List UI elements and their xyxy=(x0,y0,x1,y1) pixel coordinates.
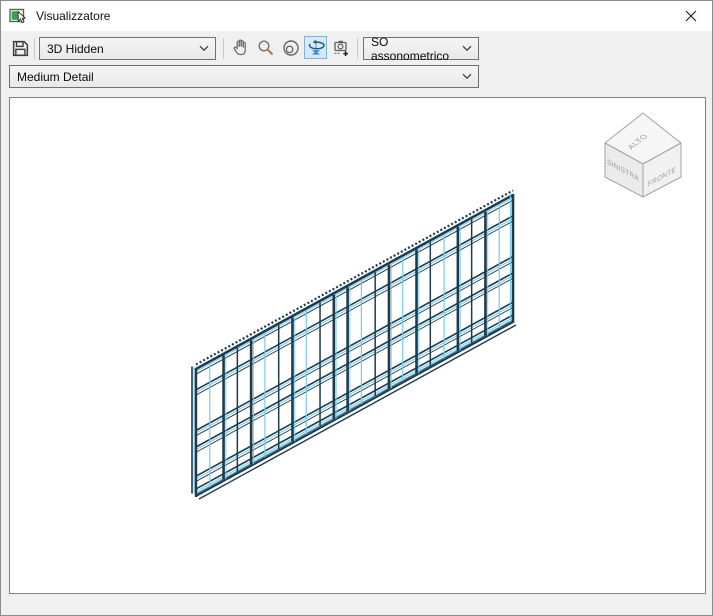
model-edge xyxy=(195,272,514,448)
model-edge xyxy=(195,277,514,453)
title-bar: Visualizzatore xyxy=(1,1,712,31)
model-viewport[interactable]: ALTO SINISTRA FRONTE xyxy=(9,97,706,594)
close-icon xyxy=(685,10,697,22)
pan-hand-icon xyxy=(233,39,246,56)
toolbar-separator xyxy=(357,38,358,59)
view-direction-value: SO assonometrico xyxy=(371,34,450,63)
chevron-down-icon xyxy=(462,73,472,80)
model-edge xyxy=(195,307,514,482)
orbit-icon xyxy=(282,39,299,56)
window-title: Visualizzatore xyxy=(36,9,111,23)
model-edge xyxy=(195,304,514,480)
model-edge xyxy=(195,189,514,366)
save-icon xyxy=(12,40,29,57)
visual-style-value: 3D Hidden xyxy=(47,41,104,56)
view-direction-combo[interactable]: SO assonometrico xyxy=(363,34,479,63)
detail-level-combo[interactable]: Medium Detail xyxy=(9,65,479,88)
camera-add-icon xyxy=(333,40,348,56)
orbit-button[interactable] xyxy=(279,36,302,59)
close-button[interactable] xyxy=(670,1,712,31)
model-edge xyxy=(195,301,514,477)
toolbar-separator xyxy=(223,38,224,59)
model-edge xyxy=(195,275,514,451)
chevron-down-icon xyxy=(462,45,472,52)
swivel-button[interactable] xyxy=(304,36,327,59)
model-edge xyxy=(195,314,514,490)
model-edge xyxy=(195,220,514,396)
visual-style-combo[interactable]: 3D Hidden xyxy=(39,37,216,60)
detail-level-value: Medium Detail xyxy=(17,69,94,84)
camera-button[interactable] xyxy=(329,36,352,59)
model-edge xyxy=(195,215,514,391)
viewer-app-icon xyxy=(9,8,27,23)
model-edge xyxy=(195,218,514,393)
save-image-button[interactable] xyxy=(9,37,32,60)
zoom-magnifier-icon xyxy=(258,40,273,55)
pan-button[interactable] xyxy=(229,36,252,59)
visualizzatore-dialog: Visualizzatore 3D Hidden SO assonometric… xyxy=(0,0,713,616)
zoom-button[interactable] xyxy=(254,36,277,59)
chevron-down-icon xyxy=(199,45,209,52)
viewport-canvas[interactable]: ALTOSINISTRA FRONTE xyxy=(10,98,705,593)
model-edge xyxy=(198,324,517,500)
toolbar-separator xyxy=(34,38,35,59)
swivel-orbit-icon xyxy=(308,39,325,55)
